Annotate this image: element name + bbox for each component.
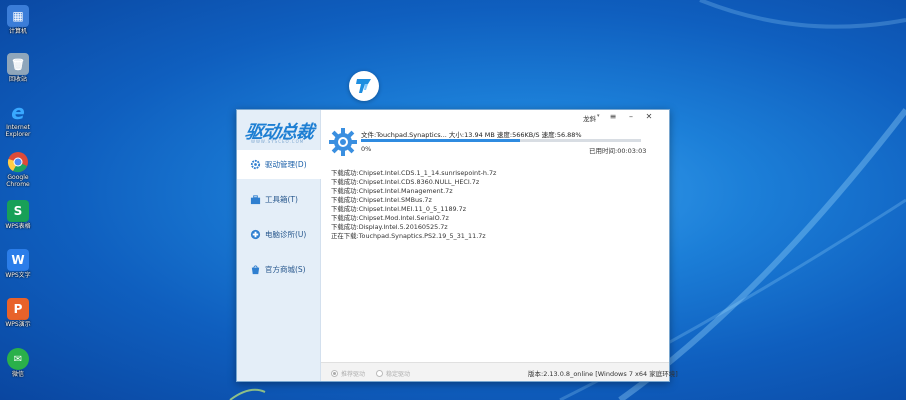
nav-label: 工具箱(T) bbox=[265, 195, 298, 204]
recycle-bin-icon: 🗑 bbox=[7, 53, 29, 75]
user-dropdown-icon[interactable]: ▾ bbox=[597, 113, 600, 119]
radio-label: 推荐驱动 bbox=[341, 371, 366, 378]
chrome-icon bbox=[7, 151, 29, 173]
minimize-button[interactable]: – bbox=[625, 111, 637, 123]
desktop-icon-recycle-bin[interactable]: 🗑 回收站 bbox=[0, 53, 36, 83]
wechat-icon: ✉ bbox=[7, 348, 29, 370]
gear-icon bbox=[250, 159, 261, 170]
nav-toolbox[interactable]: 工具箱(T) bbox=[237, 185, 321, 214]
nav-driver-management[interactable]: 驱动管理(D) bbox=[237, 150, 321, 179]
nav-pc-clinic[interactable]: 电脑诊所(U) bbox=[237, 220, 321, 249]
log-line: 下载成功:Chipset.Intel.CDS.8360.NULL_HECI.7z bbox=[331, 178, 480, 186]
desktop-icon-wps-sheet[interactable]: S WPS表格 bbox=[0, 200, 36, 230]
desktop-icon-wps-ppt[interactable]: P WPS演示 bbox=[0, 298, 36, 328]
bottom-status-bar: 推荐驱动 稳定驱动 版本:2.13.0.8_online [Windows 7 … bbox=[321, 362, 678, 381]
toolbox-icon bbox=[250, 195, 261, 205]
shop-icon bbox=[251, 265, 260, 275]
desktop-icon-label: Internet Explorer bbox=[5, 124, 31, 138]
download-progress-bar bbox=[361, 139, 641, 142]
internet-explorer-icon: e bbox=[11, 100, 25, 124]
download-log: 下载成功:Chipset.Intel.CDS.1_1_14.sunrisepoi… bbox=[331, 169, 496, 241]
desktop-icon-label: Google Chrome bbox=[6, 174, 30, 188]
wps-spreadsheet-icon: S bbox=[7, 200, 29, 222]
log-line: 下载成功:Chipset.Intel.SMBus.7z bbox=[331, 196, 432, 204]
desktop-icon-wechat[interactable]: ✉ 微信 bbox=[0, 348, 36, 378]
download-progress-fill bbox=[361, 139, 521, 142]
download-gear-icon bbox=[329, 128, 357, 156]
radio-dot bbox=[331, 370, 338, 377]
wps-writer-icon: W bbox=[7, 249, 29, 271]
download-file-info: 文件:Touchpad.Synaptics... 大小:13.94 MB 速度:… bbox=[361, 131, 582, 139]
title-bar: 龙斜 ▾ ≡ – ✕ bbox=[321, 110, 669, 126]
computer-icon: ▦ bbox=[7, 5, 29, 27]
desktop-icon-wps-writer[interactable]: W WPS文字 bbox=[0, 249, 36, 279]
log-line: 下载成功:Display.Intel.5.20160525.7z bbox=[331, 223, 448, 231]
user-name[interactable]: 龙斜 bbox=[583, 113, 596, 123]
floating-app-logo[interactable] bbox=[349, 71, 379, 101]
download-percent: 0% bbox=[361, 145, 372, 153]
nav-label: 电脑诊所(U) bbox=[265, 230, 307, 239]
radio-recommended-driver[interactable]: 推荐驱动 bbox=[331, 369, 365, 378]
log-line: 下载成功:Chipset.Intel.Management.7z bbox=[331, 187, 453, 195]
desktop-icon-chrome[interactable]: Google Chrome bbox=[0, 151, 36, 188]
log-line: 下载成功:Chipset.Mod.Intel.SerialO.7z bbox=[331, 214, 449, 222]
desktop-icon-label: WPS文字 bbox=[5, 272, 31, 279]
log-line: 正在下载:Touchpad.Synaptics.PS2.19_5_31_11.7… bbox=[331, 232, 486, 240]
desktop-icon-label: 微信 bbox=[11, 371, 24, 378]
radio-dot bbox=[376, 370, 383, 377]
log-line: 下载成功:Chipset.Intel.CDS.1_1_14.sunrisepoi… bbox=[331, 169, 497, 177]
desktop-icon-label: WPS演示 bbox=[5, 321, 31, 328]
log-line: 下载成功:Chipset.Intel.MEI.11_0_5_1189.7z bbox=[331, 205, 467, 213]
close-button[interactable]: ✕ bbox=[643, 111, 655, 123]
nav-official-store[interactable]: 官方商城(S) bbox=[237, 255, 321, 284]
desktop-icon-label: 计算机 bbox=[8, 28, 27, 35]
desktop-icon-label: 回收站 bbox=[8, 76, 27, 83]
driver-app-window: 驱动总裁 WWW.SYSCEO.COM 驱动管理(D) 工具箱(T) 电脑诊所(… bbox=[236, 109, 678, 382]
nav-label: 驱动管理(D) bbox=[265, 160, 307, 169]
driver-tool-logo-icon bbox=[356, 79, 371, 93]
sidebar: 驱动总裁 WWW.SYSCEO.COM 驱动管理(D) 工具箱(T) 电脑诊所(… bbox=[237, 110, 321, 381]
version-info: 版本:2.13.0.8_online [Windows 7 x64 家庭环境] bbox=[528, 370, 678, 378]
desktop-icon-computer[interactable]: ▦ 计算机 bbox=[0, 5, 36, 35]
desktop-icon-ie[interactable]: e Internet Explorer bbox=[0, 100, 36, 138]
elapsed-time: 已用时间:00:03:03 bbox=[589, 147, 647, 155]
nav-label: 官方商城(S) bbox=[265, 265, 306, 274]
radio-stable-driver[interactable]: 稳定驱动 bbox=[376, 369, 410, 378]
brand-url: WWW.SYSCEO.COM bbox=[251, 139, 305, 144]
menu-button[interactable]: ≡ bbox=[607, 111, 619, 123]
clinic-icon bbox=[250, 229, 261, 240]
desktop-icon-label: WPS表格 bbox=[5, 223, 31, 230]
wps-presentation-icon: P bbox=[7, 298, 29, 320]
radio-label: 稳定驱动 bbox=[386, 371, 411, 378]
